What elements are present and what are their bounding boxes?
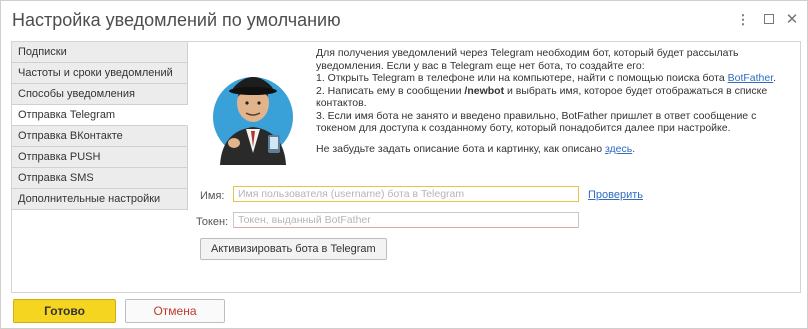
description-help-link[interactable]: здесь — [605, 143, 632, 155]
bot-token-input[interactable] — [233, 212, 579, 228]
cancel-button[interactable]: Отмена — [125, 299, 225, 323]
window-title: Настройка уведомлений по умолчанию — [12, 10, 341, 30]
sidebar-item-frequency[interactable]: Частоты и сроки уведомлений — [12, 63, 188, 84]
close-icon[interactable]: ✕ — [783, 10, 801, 28]
instructions-text: Для получения уведомлений через Telegram… — [316, 47, 790, 155]
step-2: 2. Написать ему в сообщении /newbot и вы… — [316, 84, 768, 110]
bot-username-input[interactable] — [233, 186, 579, 202]
sidebar-item-sms[interactable]: Отправка SMS — [12, 168, 188, 189]
more-menu-icon[interactable]: ⋮ — [734, 12, 752, 28]
token-label: Токен: — [196, 216, 229, 228]
sidebar-item-telegram[interactable]: Отправка Telegram — [12, 105, 188, 126]
settings-sidebar: Подписки Частоты и сроки уведомлений Спо… — [12, 42, 188, 210]
content-panel: Подписки Частоты и сроки уведомлений Спо… — [11, 41, 801, 293]
sidebar-item-additional[interactable]: Дополнительные настройки — [12, 189, 188, 210]
title-bar: Настройка уведомлений по умолчанию ⋮ ✕ — [1, 1, 807, 39]
done-button[interactable]: Готово — [13, 299, 116, 323]
activate-bot-button[interactable]: Активизировать бота в Telegram — [200, 238, 387, 260]
botfather-link[interactable]: BotFather — [728, 72, 774, 84]
botfather-avatar — [213, 77, 293, 165]
settings-window: Настройка уведомлений по умолчанию ⋮ ✕ П… — [0, 0, 808, 329]
sidebar-item-vkontakte[interactable]: Отправка ВКонтакте — [12, 126, 188, 147]
sidebar-item-methods[interactable]: Способы уведомления — [12, 84, 188, 105]
step-3: 3. Если имя бота не занято и введено пра… — [316, 109, 757, 135]
sidebar-item-subscriptions[interactable]: Подписки — [12, 42, 188, 63]
intro-text: Для получения уведомлений через Telegram… — [316, 47, 739, 72]
sidebar-item-push[interactable]: Отправка PUSH — [12, 147, 188, 168]
check-link[interactable]: Проверить — [588, 189, 643, 201]
step-1: 1. Открыть Telegram в телефоне или на ко… — [316, 72, 777, 84]
name-label: Имя: — [200, 190, 225, 202]
reminder-text: Не забудьте задать описание бота и карти… — [316, 142, 636, 155]
maximize-icon[interactable] — [760, 12, 778, 27]
